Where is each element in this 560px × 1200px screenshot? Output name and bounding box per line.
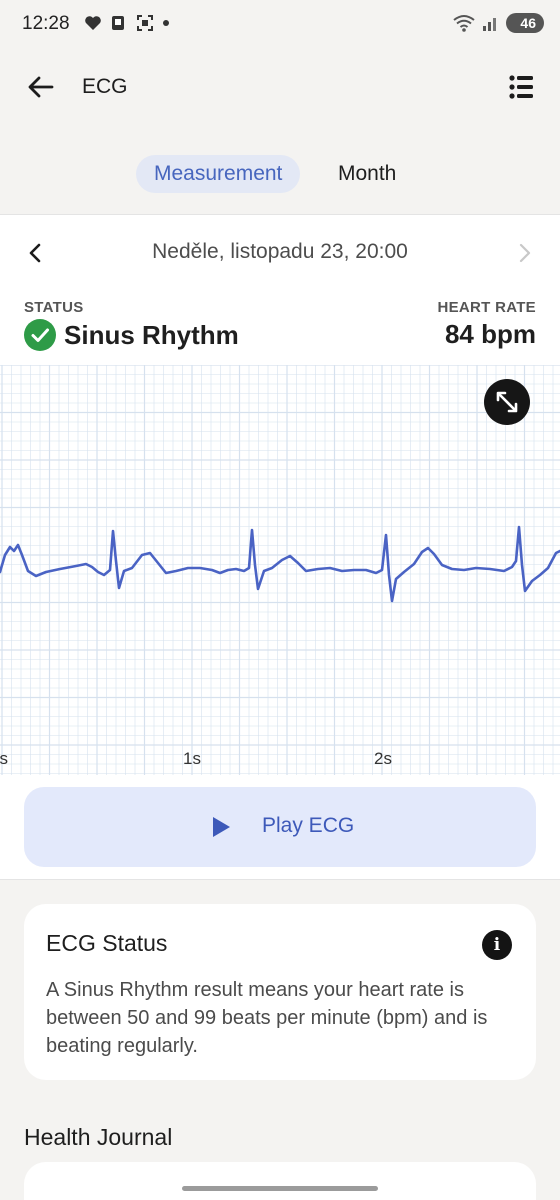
ecg-trace-line	[0, 525, 560, 603]
back-arrow-icon[interactable]	[24, 72, 58, 102]
play-ecg-label: Play ECG	[262, 814, 355, 837]
ecg-grid	[0, 364, 560, 775]
screenshot-icon	[137, 15, 153, 31]
time-label-0: 0s	[0, 749, 8, 768]
tab-measurement[interactable]: Measurement	[136, 155, 301, 193]
app-bar: ECG	[0, 60, 560, 116]
page-title: ECG	[82, 75, 128, 98]
device-icon	[112, 16, 124, 30]
date-navigator: Neděle, listopadu 23, 20:00	[0, 235, 560, 271]
info-icon[interactable]: i	[482, 930, 512, 960]
chevron-right-icon[interactable]	[512, 241, 536, 265]
time-label-2: 2s	[374, 749, 392, 768]
expand-diagonal-icon	[496, 391, 518, 413]
heart-rate-value: 84 bpm	[444, 319, 536, 349]
health-journal-card[interactable]	[24, 1162, 536, 1200]
home-indicator[interactable]	[182, 1186, 378, 1191]
status-notification-icons	[84, 14, 170, 32]
info-card-title: ECG Status	[46, 930, 168, 956]
status-system-icons: 46	[452, 13, 544, 33]
heart-icon	[85, 16, 101, 30]
health-journal-title: Health Journal	[24, 1124, 173, 1150]
tab-month[interactable]: Month	[338, 155, 396, 193]
time-label-1: 1s	[183, 749, 201, 768]
status-label: STATUS	[24, 299, 84, 316]
record-date: Neděle, listopadu 23, 20:00	[152, 240, 408, 263]
signal-icon	[483, 18, 497, 31]
view-toggle: Measurement Month	[0, 155, 560, 193]
heart-rate-label: HEART RATE	[437, 299, 536, 316]
list-menu-icon[interactable]	[504, 72, 538, 102]
play-ecg-button[interactable]: Play ECG	[24, 787, 536, 867]
ecg-chart: 0s 1s 2s	[0, 364, 560, 775]
ecg-record-card: Neděle, listopadu 23, 20:00 STATUS Sinus…	[0, 214, 560, 880]
status-value: Sinus Rhythm	[24, 319, 239, 351]
chevron-left-icon[interactable]	[24, 241, 48, 265]
status-text: Sinus Rhythm	[64, 319, 239, 350]
info-card-body: A Sinus Rhythm result means your heart r…	[46, 979, 488, 1057]
ecg-status-card: ECG Status i A Sinus Rhythm result means…	[24, 904, 536, 1080]
status-time: 12:28	[22, 13, 70, 34]
status-bar: 12:28 46	[0, 0, 560, 50]
check-circle-icon	[24, 319, 56, 351]
play-icon	[213, 817, 230, 837]
battery-indicator: 46	[506, 13, 544, 33]
wifi-icon	[453, 15, 476, 32]
dot-icon	[163, 20, 169, 26]
ecg-trace-chart: 0s 1s 2s	[0, 364, 560, 775]
expand-button[interactable]	[484, 379, 530, 425]
